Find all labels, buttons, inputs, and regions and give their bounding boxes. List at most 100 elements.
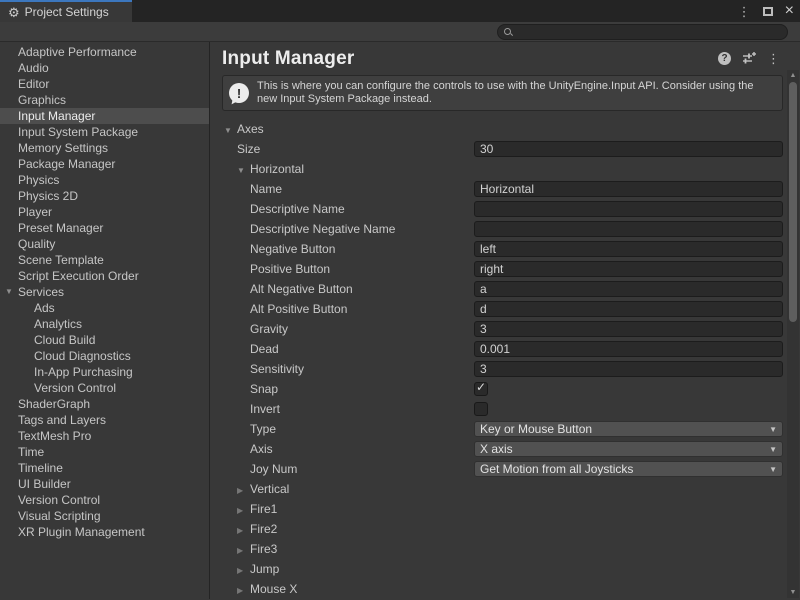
vertical-scrollbar[interactable]: ▲ ▼ — [787, 70, 799, 598]
scroll-up-icon[interactable]: ▲ — [787, 70, 799, 81]
property-row-fire2: ▶Fire2 — [210, 519, 800, 539]
negative-button-field[interactable] — [474, 241, 783, 257]
sidebar-item-textmesh-pro[interactable]: TextMesh Pro — [0, 428, 209, 444]
sidebar-item-timeline[interactable]: Timeline — [0, 460, 209, 476]
presets-icon[interactable] — [742, 51, 756, 65]
sidebar-item-label: Analytics — [34, 317, 82, 331]
maximize-icon[interactable] — [763, 7, 773, 16]
label-text: Axis — [250, 442, 273, 456]
sidebar-item-preset-manager[interactable]: Preset Manager — [0, 220, 209, 236]
invert-checkbox[interactable] — [474, 402, 488, 416]
foldout-arrow-icon[interactable]: ▶ — [237, 521, 250, 541]
foldout-mouse-x[interactable]: ▶Mouse X — [237, 579, 297, 599]
sidebar-item-tags-and-layers[interactable]: Tags and Layers — [0, 412, 209, 428]
sidebar-item-cloud-build[interactable]: Cloud Build — [0, 332, 209, 348]
gravity-field[interactable] — [474, 321, 783, 337]
sidebar-item-cloud-diagnostics[interactable]: Cloud Diagnostics — [0, 348, 209, 364]
sidebar-item-input-system-package[interactable]: Input System Package — [0, 124, 209, 140]
search-input[interactable] — [516, 25, 781, 39]
property-row-fire3: ▶Fire3 — [210, 539, 800, 559]
sidebar-item-graphics[interactable]: Graphics — [0, 92, 209, 108]
sidebar-item-time[interactable]: Time — [0, 444, 209, 460]
sidebar-item-visual-scripting[interactable]: Visual Scripting — [0, 508, 209, 524]
search-box[interactable] — [497, 24, 788, 40]
snap-checkbox[interactable]: ✓ — [474, 382, 488, 396]
sidebar-item-label: Player — [18, 205, 52, 219]
joy-num-dropdown[interactable]: Get Motion from all Joysticks▼ — [474, 461, 783, 477]
foldout-arrow-icon[interactable]: ▼ — [237, 161, 250, 181]
foldout-arrow-icon[interactable]: ▶ — [237, 501, 250, 521]
field-area — [474, 181, 783, 197]
sidebar-item-label: TextMesh Pro — [18, 429, 91, 443]
sidebar-item-physics-2d[interactable]: Physics 2D — [0, 188, 209, 204]
scroll-down-icon[interactable]: ▼ — [787, 587, 799, 598]
label-text: Vertical — [250, 482, 289, 496]
help-icon[interactable]: ? — [718, 52, 731, 65]
sidebar-item-quality[interactable]: Quality — [0, 236, 209, 252]
sidebar-item-editor[interactable]: Editor — [0, 76, 209, 92]
foldout-fire2[interactable]: ▶Fire2 — [237, 519, 277, 539]
alt-negative-button-field[interactable] — [474, 281, 783, 297]
foldout-arrow-icon[interactable]: ▶ — [237, 561, 250, 581]
tab-project-settings[interactable]: ⚙ Project Settings — [0, 0, 132, 22]
name-field[interactable] — [474, 181, 783, 197]
sidebar-item-in-app-purchasing[interactable]: In-App Purchasing — [0, 364, 209, 380]
sidebar-item-shadergraph[interactable]: ShaderGraph — [0, 396, 209, 412]
sidebar-item-input-manager[interactable]: Input Manager — [0, 108, 209, 124]
foldout-axes[interactable]: ▼Axes — [224, 119, 264, 139]
field-area — [474, 401, 783, 417]
scrollbar-thumb[interactable] — [789, 82, 797, 322]
foldout-arrow-icon[interactable]: ▶ — [237, 581, 250, 599]
foldout-jump[interactable]: ▶Jump — [237, 559, 279, 579]
foldout-fire1[interactable]: ▶Fire1 — [237, 499, 277, 519]
info-bubble-icon: ! — [229, 83, 249, 103]
sidebar-item-services[interactable]: ▼Services — [0, 284, 209, 300]
sidebar-item-physics[interactable]: Physics — [0, 172, 209, 188]
foldout-arrow-icon[interactable]: ▶ — [237, 541, 250, 561]
foldout-arrow-icon[interactable]: ▼ — [5, 284, 13, 300]
descriptive-negative-name-field[interactable] — [474, 221, 783, 237]
sidebar-item-ads[interactable]: Ads — [0, 300, 209, 316]
positive-button-field[interactable] — [474, 261, 783, 277]
sidebar-item-ui-builder[interactable]: UI Builder — [0, 476, 209, 492]
sidebar-item-script-execution-order[interactable]: Script Execution Order — [0, 268, 209, 284]
sidebar-item-xr-plugin-management[interactable]: XR Plugin Management — [0, 524, 209, 540]
sidebar-item-player[interactable]: Player — [0, 204, 209, 220]
property-row-descriptive-name: Descriptive Name — [210, 199, 800, 219]
property-label: Dead — [250, 339, 279, 359]
dead-field[interactable] — [474, 341, 783, 357]
label-text: Fire1 — [250, 502, 277, 516]
sidebar-item-package-manager[interactable]: Package Manager — [0, 156, 209, 172]
sidebar-item-audio[interactable]: Audio — [0, 60, 209, 76]
type-dropdown[interactable]: Key or Mouse Button▼ — [474, 421, 783, 437]
sidebar-item-adaptive-performance[interactable]: Adaptive Performance — [0, 44, 209, 60]
sensitivity-field[interactable] — [474, 361, 783, 377]
label-text: Type — [250, 422, 276, 436]
foldout-arrow-icon[interactable]: ▼ — [224, 121, 237, 141]
sidebar-item-memory-settings[interactable]: Memory Settings — [0, 140, 209, 156]
sidebar-item-label: Memory Settings — [18, 141, 108, 155]
alt-positive-button-field[interactable] — [474, 301, 783, 317]
kebab-menu-icon[interactable]: ⋮ — [738, 5, 751, 18]
sidebar-item-scene-template[interactable]: Scene Template — [0, 252, 209, 268]
axis-dropdown[interactable]: X axis▼ — [474, 441, 783, 457]
descriptive-name-field[interactable] — [474, 201, 783, 217]
size-field[interactable] — [474, 141, 783, 157]
foldout-arrow-icon[interactable]: ▶ — [237, 481, 250, 501]
property-label: Name — [250, 179, 282, 199]
sidebar-item-analytics[interactable]: Analytics — [0, 316, 209, 332]
foldout-horizontal[interactable]: ▼Horizontal — [237, 159, 304, 179]
kebab-menu-icon[interactable]: ⋮ — [767, 52, 780, 65]
settings-nav: Adaptive PerformanceAudioEditorGraphicsI… — [0, 42, 210, 599]
foldout-vertical[interactable]: ▶Vertical — [237, 479, 289, 499]
property-label: Positive Button — [250, 259, 330, 279]
foldout-fire3[interactable]: ▶Fire3 — [237, 539, 277, 559]
chevron-down-icon: ▼ — [769, 445, 777, 454]
label-text: Axes — [237, 122, 264, 136]
sidebar-item-label: Cloud Build — [34, 333, 95, 347]
sidebar-item-version-control[interactable]: Version Control — [0, 380, 209, 396]
close-icon[interactable]: × — [785, 3, 794, 19]
sidebar-item-label: Ads — [34, 301, 55, 315]
property-label: Snap — [250, 379, 278, 399]
sidebar-item-version-control[interactable]: Version Control — [0, 492, 209, 508]
